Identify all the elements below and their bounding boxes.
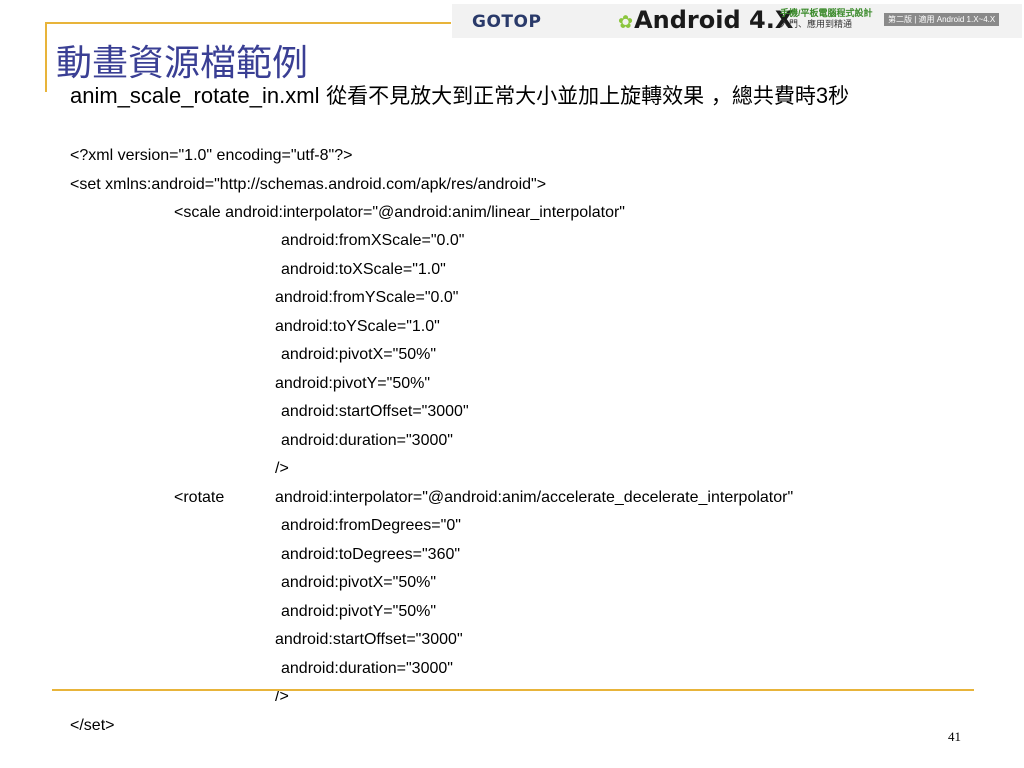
page-number: 41 [948,729,961,744]
code-line: android:startOffset="3000" [275,631,463,648]
code-line: android:fromDegrees="0" [281,517,461,534]
bottom-decorative-rule [52,689,974,691]
android-leaf-icon: ✿ [618,12,634,33]
code-line: android:fromXScale="0.0" [281,232,465,249]
left-decorative-rule [45,22,47,92]
subtitle-number: 3 [815,83,829,108]
book-logo-text: Android 4.X [634,6,794,34]
code-line: android:pivotY="50%" [275,375,431,392]
code-line: android:interpolator="@android:anim/acce… [275,489,794,506]
code-line: android:startOffset="3000" [281,403,469,420]
code-line: android:pivotY="50%" [281,603,437,620]
edition-badge: 第二版 | 適用 Android 1.X~4.X [884,13,1000,26]
code-line: /> [275,460,289,477]
code-line: android:duration="3000" [281,660,453,677]
code-line: android:toXScale="1.0" [281,261,446,278]
code-line: android:pivotX="50%" [281,574,437,591]
book-subtitle-line2: 入門、應用到精通 [780,19,853,29]
code-line: <?xml version="1.0" encoding="utf-8"?> [70,147,353,164]
code-line: android:toYScale="1.0" [275,318,440,335]
book-subtitle-line1: 手機/平板電腦程式設計 [780,8,873,18]
code-line: <scale android:interpolator="@android:an… [174,204,625,221]
code-line: </set> [70,717,115,734]
slide-subtitle: anim_scale_rotate_in.xml 從看不見放大到正常大小並加上旋… [70,80,990,112]
top-decorative-rule [46,22,451,24]
code-line: android:toDegrees="360" [281,546,461,563]
book-subtitle: 手機/平板電腦程式設計 入門、應用到精通 [780,8,873,30]
publisher-logo: GOTOP [472,12,542,32]
subtitle-filename: anim_scale_rotate_in.xml [70,83,320,108]
code-line: android:pivotX="50%" [281,346,437,363]
subtitle-unit: 秒 [828,84,850,108]
book-logo: ✿Android 4.X [618,6,793,34]
code-line: <rotate [174,489,225,506]
code-line: <set xmlns:android="http://schemas.andro… [70,176,547,193]
slide-title: 動畫資源檔範例 [56,43,309,84]
code-line: android:fromYScale="0.0" [275,289,459,306]
code-line: android:duration="3000" [281,432,453,449]
subtitle-description: 從看不見放大到正常大小並加上旋轉效果 ，總共費時 [319,84,816,108]
